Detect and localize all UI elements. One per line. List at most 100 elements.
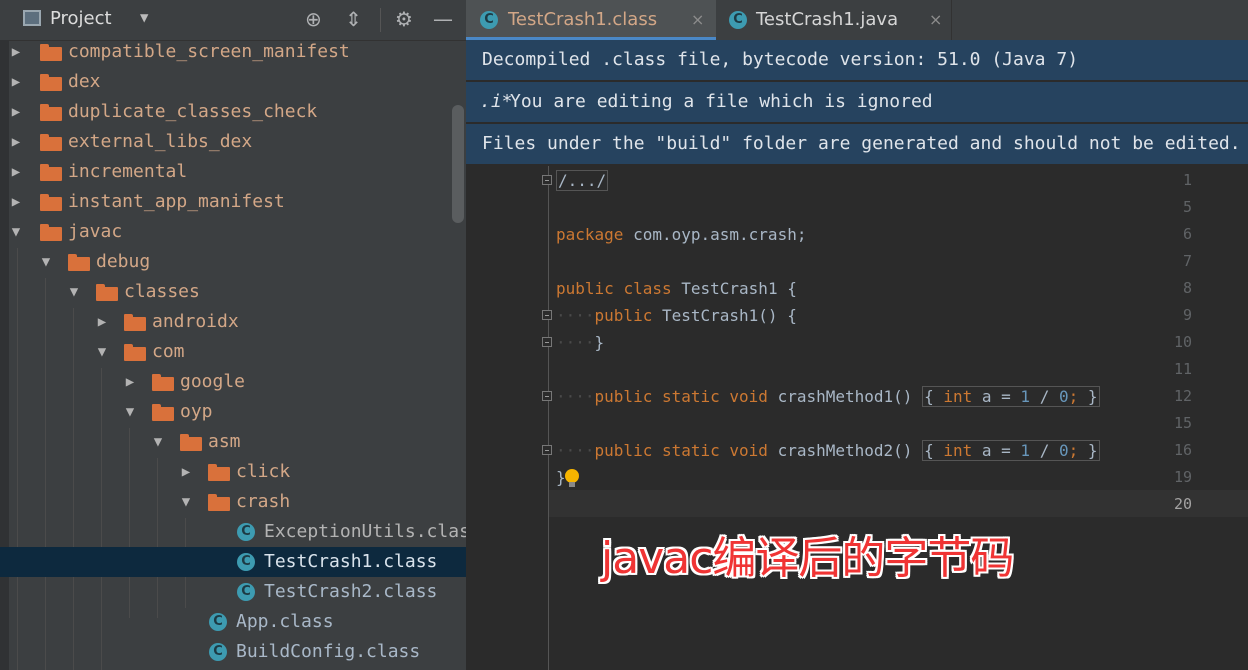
tree-item-oyp[interactable]: ▼ oyp — [0, 397, 466, 427]
folded-method-body[interactable]: { int a = 1 / 0; } — [922, 386, 1100, 407]
line-number: 16 — [1173, 441, 1192, 459]
lightbulb-icon[interactable] — [565, 469, 579, 487]
tree-item-classes[interactable]: ▼ classes — [0, 277, 466, 307]
tree-item-com[interactable]: ▼ com — [0, 337, 466, 367]
minimize-icon[interactable]: — — [433, 7, 453, 31]
folded-method-body[interactable]: { int a = 1 / 0; } — [922, 440, 1100, 461]
tree-item-label: androidx — [152, 311, 239, 332]
tree-item-asm[interactable]: ▼ asm — [0, 427, 466, 457]
tree-item-click[interactable]: ▶ click — [0, 457, 466, 487]
number-literal: 1 — [1020, 387, 1031, 406]
fold-icon[interactable] — [542, 175, 552, 185]
line-number: 6 — [1182, 225, 1192, 243]
tree-item-instant-app-manifest[interactable]: ▶ instant_app_manifest — [0, 187, 466, 217]
code-text: } — [594, 333, 605, 352]
code-text: crashMethod2() — [767, 441, 923, 460]
tree-item-buildconfig-class[interactable]: C BuildConfig.class — [0, 637, 466, 667]
tree-item-crash[interactable]: ▼ crash — [0, 487, 466, 517]
tree-item-compatible-screen-manifest[interactable]: ▶ compatible_screen_manifest — [0, 37, 466, 67]
folder-icon — [68, 254, 90, 271]
code-text: / — [1030, 441, 1059, 460]
tree-item-label: click — [236, 461, 291, 482]
tree-item-testcrash1-class[interactable]: C TestCrash1.class — [0, 547, 466, 577]
chevron-down-icon[interactable]: ▼ — [149, 427, 167, 457]
tree-item-label: App.class — [236, 611, 334, 632]
line-number-gutter — [466, 166, 549, 670]
code-line-12: ····public static void crashMethod1() { … — [556, 386, 1100, 407]
chevron-down-icon[interactable]: ▼ — [7, 217, 25, 247]
tree-item-label: asm — [208, 431, 241, 452]
tree-item-javac[interactable]: ▼ javac — [0, 217, 466, 247]
close-icon[interactable]: × — [691, 0, 704, 40]
folder-icon — [124, 344, 146, 361]
folder-icon — [152, 374, 174, 391]
locate-icon[interactable]: ⊕ — [305, 7, 322, 31]
chevron-down-icon[interactable]: ▼ — [177, 487, 195, 517]
tree-item-incremental[interactable]: ▶ incremental — [0, 157, 466, 187]
line-number: 11 — [1173, 360, 1192, 378]
number-literal: 1 — [1020, 441, 1031, 460]
tree-item-label: oyp — [180, 401, 213, 422]
fold-icon[interactable] — [542, 310, 552, 320]
code-editor[interactable]: 1 5 6 7 8 9 10 11 12 15 16 19 20 /.../ p… — [466, 166, 1248, 670]
tree-item-google[interactable]: ▶ google — [0, 367, 466, 397]
chevron-down-icon[interactable]: ▼ — [37, 247, 55, 277]
project-view-title[interactable]: Project — [50, 8, 112, 29]
chevron-right-icon[interactable]: ▶ — [93, 307, 111, 337]
chevron-right-icon[interactable]: ▶ — [7, 67, 25, 97]
tree-item-label: TestCrash2.class — [264, 581, 438, 602]
chevron-right-icon[interactable]: ▶ — [121, 367, 139, 397]
chevron-right-icon[interactable]: ▶ — [7, 37, 25, 67]
code-text: } — [1087, 441, 1098, 460]
collapse-all-icon[interactable]: ⇕ — [345, 7, 362, 31]
tree-item-label: BuildConfig.class — [236, 641, 421, 662]
gear-icon[interactable]: ⚙ — [395, 7, 413, 31]
code-text: TestCrash1() { — [652, 306, 797, 325]
close-icon[interactable]: × — [929, 0, 942, 40]
tree-item-androidx[interactable]: ▶ androidx — [0, 307, 466, 337]
chevron-right-icon[interactable]: ▶ — [177, 457, 195, 487]
tree-item-duplicate-classes-check[interactable]: ▶ duplicate_classes_check — [0, 97, 466, 127]
folded-region[interactable]: /.../ — [556, 170, 609, 191]
semicolon: ; — [1068, 387, 1079, 406]
folder-icon — [208, 464, 230, 481]
fold-icon[interactable] — [542, 391, 552, 401]
line-number: 19 — [1173, 468, 1192, 486]
current-line-highlight — [549, 490, 1248, 517]
tree-scrollbar[interactable] — [452, 105, 464, 223]
code-text: com.oyp.asm.crash; — [623, 225, 807, 244]
keyword: static — [661, 441, 720, 460]
tree-item-external-libs-dex[interactable]: ▶ external_libs_dex — [0, 127, 466, 157]
chevron-right-icon[interactable]: ▶ — [7, 127, 25, 157]
folder-icon — [152, 404, 174, 421]
fold-icon[interactable] — [542, 337, 552, 347]
chevron-right-icon[interactable]: ▶ — [7, 97, 25, 127]
class-file-icon: C — [729, 11, 747, 29]
chevron-right-icon[interactable]: ▶ — [7, 187, 25, 217]
class-file-icon: C — [237, 583, 255, 601]
tree-item-debug[interactable]: ▼ debug — [0, 247, 466, 277]
chevron-down-icon[interactable]: ▼ — [65, 277, 83, 307]
folder-icon — [96, 284, 118, 301]
tree-item-dex[interactable]: ▶ dex — [0, 67, 466, 97]
folder-icon — [40, 134, 62, 151]
tree-item-testcrash2-class[interactable]: C TestCrash2.class — [0, 577, 466, 607]
chevron-down-icon[interactable]: ▼ — [93, 337, 111, 367]
line-number: 7 — [1182, 252, 1192, 270]
tab-testcrash1-java[interactable]: C TestCrash1.java × — [716, 0, 952, 40]
chevron-right-icon[interactable]: ▶ — [7, 157, 25, 187]
keyword: void — [729, 441, 768, 460]
line-number: 8 — [1182, 279, 1192, 297]
folder-icon — [180, 434, 202, 451]
tree-item-app-class[interactable]: C App.class — [0, 607, 466, 637]
toolbar-divider — [380, 8, 381, 32]
tab-testcrash1-class[interactable]: C TestCrash1.class × — [466, 0, 716, 40]
tree-item-exceptionutils-class[interactable]: C ExceptionUtils.class — [0, 517, 466, 547]
project-header: Project ▼ ⊕ ⇕ ⚙ — — [0, 0, 466, 41]
fold-icon[interactable] — [542, 445, 552, 455]
chevron-down-icon[interactable]: ▼ — [121, 397, 139, 427]
keyword: public — [556, 279, 614, 298]
chevron-down-icon[interactable]: ▼ — [140, 10, 148, 26]
code-line-9: ····public TestCrash1() { — [556, 306, 797, 325]
keyword: void — [729, 387, 768, 406]
